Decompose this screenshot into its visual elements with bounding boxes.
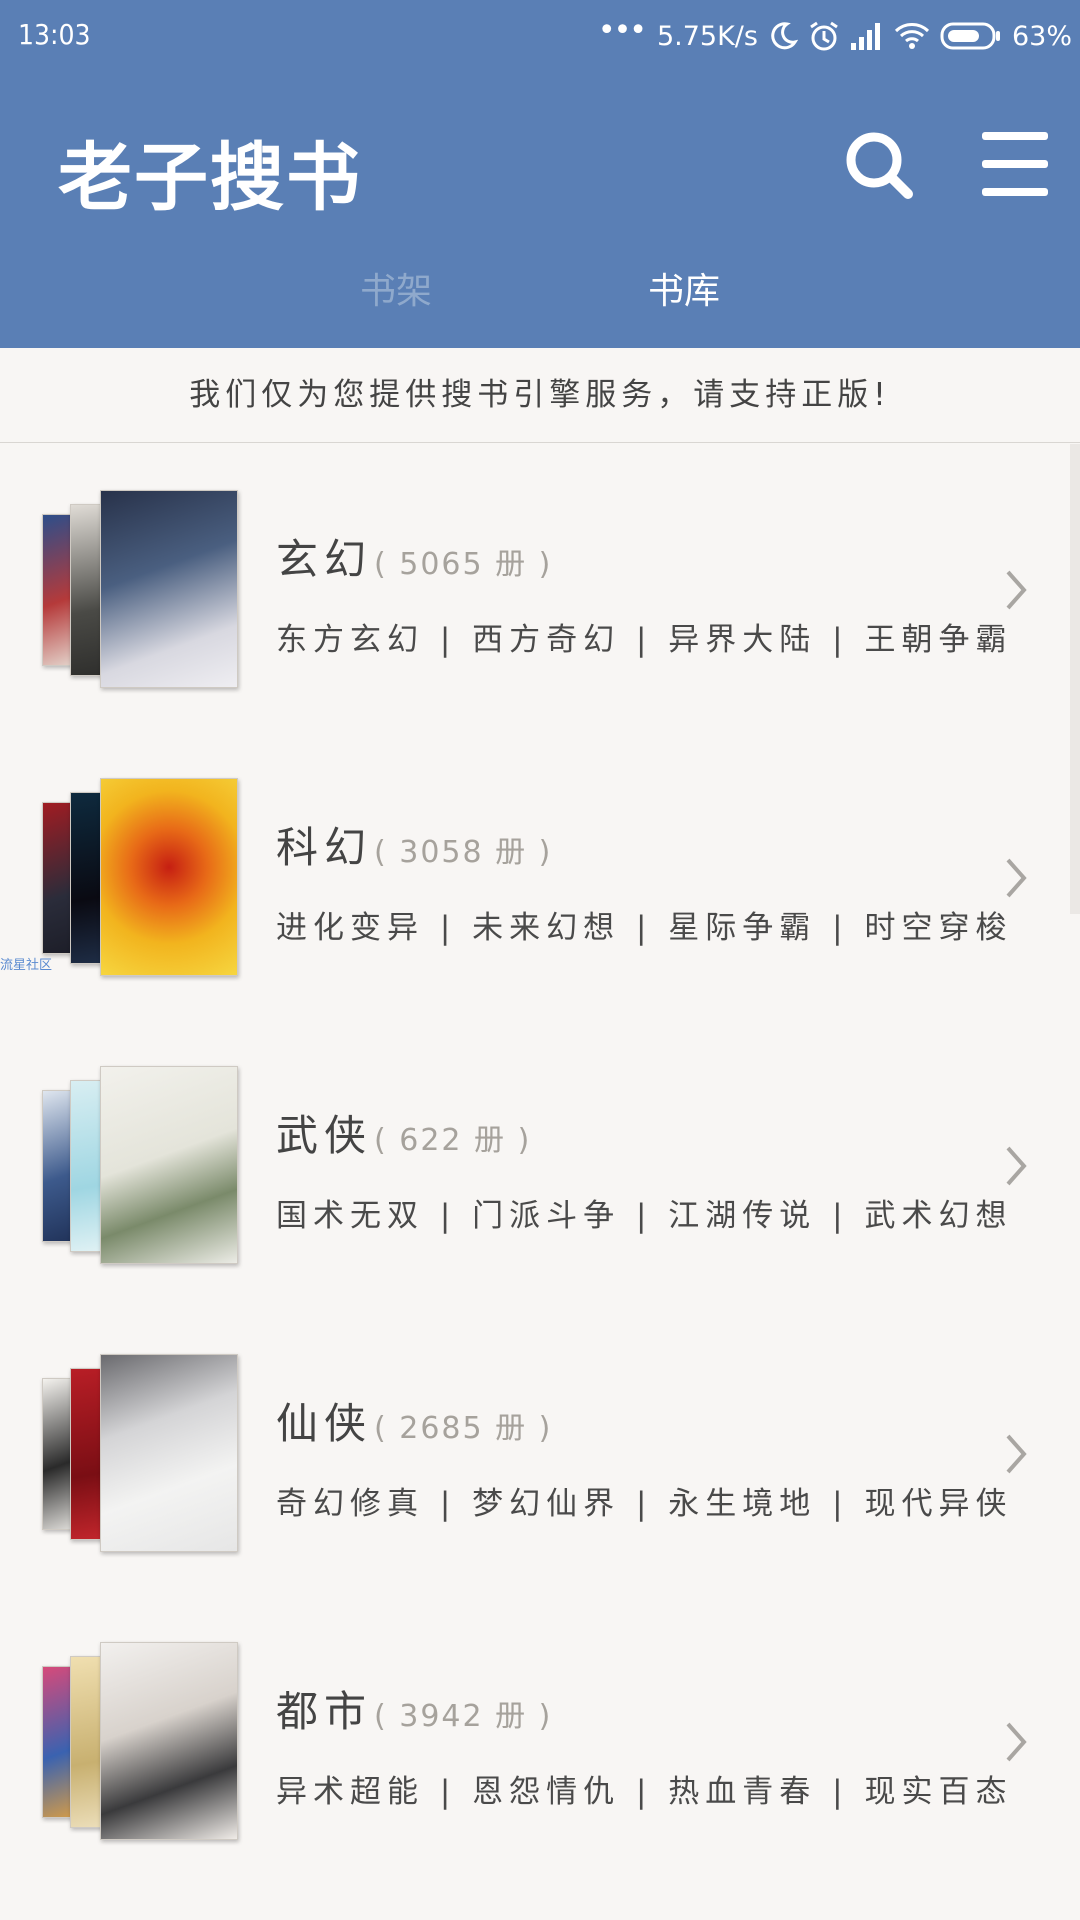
status-icons: ••• 5.75K/s 63% [597,12,1072,58]
category-count: ( 2685 册 ) [374,1411,553,1446]
chevron-right-icon [1006,1722,1027,1762]
category-title: 武侠( 622 册 ) [276,1102,531,1163]
category-tags: 异术超能 | 恩怨情仇 | 热血青春 | 现实百态 [276,1774,1013,1810]
category-count: ( 622 册 ) [374,1123,532,1158]
network-speed: 5.75K/s [656,20,758,52]
category-name: 都市 [276,1687,373,1736]
category-item-xianxia[interactable]: 仙侠( 2685 册 ) 奇幻修真 | 梦幻仙界 | 永生境地 | 现代异侠 [0,1308,1070,1596]
category-name: 仙侠 [276,1399,373,1448]
battery-icon [940,22,1000,50]
book-cover [100,1642,238,1840]
category-title: 玄幻( 5065 册 ) [276,526,552,587]
status-bar: 13:03 ••• 5.75K/s 63% [0,0,1080,72]
book-covers [40,778,240,978]
watermark-text: 流星社区 [0,958,53,973]
menu-button[interactable] [976,124,1056,204]
status-time: 13:03 [18,18,91,51]
category-name: 武侠 [276,1111,373,1160]
chevron-right-icon [1006,1146,1027,1186]
category-item-wuxia[interactable]: 武侠( 622 册 ) 国术无双 | 门派斗争 | 江湖传说 | 武术幻想 [0,1020,1070,1308]
signal-icon [850,23,880,50]
search-icon [846,132,913,199]
book-cover [100,1354,238,1552]
tab-library[interactable]: 书库 [648,262,720,314]
tab-bar: 书架 书库 [0,262,1080,338]
app-header: 13:03 ••• 5.75K/s 63% 老子搜书 书架 书库 [0,0,1080,348]
category-title: 科幻( 3058 册 ) [276,814,552,875]
chevron-right-icon [1006,858,1027,898]
category-name: 科幻 [276,823,373,872]
battery-percent: 63% [1011,20,1072,52]
category-item-dushi[interactable]: 都市( 3942 册 ) 异术超能 | 恩怨情仇 | 热血青春 | 现实百态 [0,1596,1070,1884]
alarm-icon [810,21,838,51]
app-title: 老子搜书 [58,135,362,221]
wifi-icon [894,23,930,49]
scrollbar-thumb[interactable] [1070,444,1080,914]
category-item-xuanhuan[interactable]: 玄幻( 5065 册 ) 东方玄幻 | 西方奇幻 | 异界大陆 | 王朝争霸 [0,444,1070,732]
book-cover [100,1066,238,1264]
book-covers [40,490,240,690]
category-name: 玄幻 [276,535,373,584]
category-count: ( 5065 册 ) [374,547,553,582]
tab-bookshelf[interactable]: 书架 [360,262,432,314]
category-tags: 进化变异 | 未来幻想 | 星际争霸 | 时空穿梭 [276,910,1013,946]
category-tags: 国术无双 | 门派斗争 | 江湖传说 | 武术幻想 [276,1198,1013,1234]
moon-icon [771,22,798,50]
category-tags: 东方玄幻 | 西方奇幻 | 异界大陆 | 王朝争霸 [276,622,1013,658]
more-dots-icon: ••• [597,12,647,48]
menu-icon [982,132,1048,196]
chevron-right-icon [1006,1434,1027,1474]
category-count: ( 3942 册 ) [374,1699,553,1734]
book-covers [40,1642,240,1842]
category-title: 仙侠( 2685 册 ) [276,1390,552,1451]
chevron-right-icon [1006,570,1027,610]
category-title: 都市( 3942 册 ) [276,1678,552,1739]
notice-banner: 我们仅为您提供搜书引擎服务，请支持正版! [0,348,1080,443]
category-count: ( 3058 册 ) [374,835,553,870]
category-list: 玄幻( 5065 册 ) 东方玄幻 | 西方奇幻 | 异界大陆 | 王朝争霸 科… [0,444,1070,1884]
category-tags: 奇幻修真 | 梦幻仙界 | 永生境地 | 现代异侠 [276,1486,1013,1522]
book-cover [100,778,238,976]
category-item-kehuan[interactable]: 科幻( 3058 册 ) 进化变异 | 未来幻想 | 星际争霸 | 时空穿梭 [0,732,1070,1020]
book-covers [40,1066,240,1266]
book-covers [40,1354,240,1554]
search-button[interactable] [838,124,918,204]
book-cover [100,490,238,688]
